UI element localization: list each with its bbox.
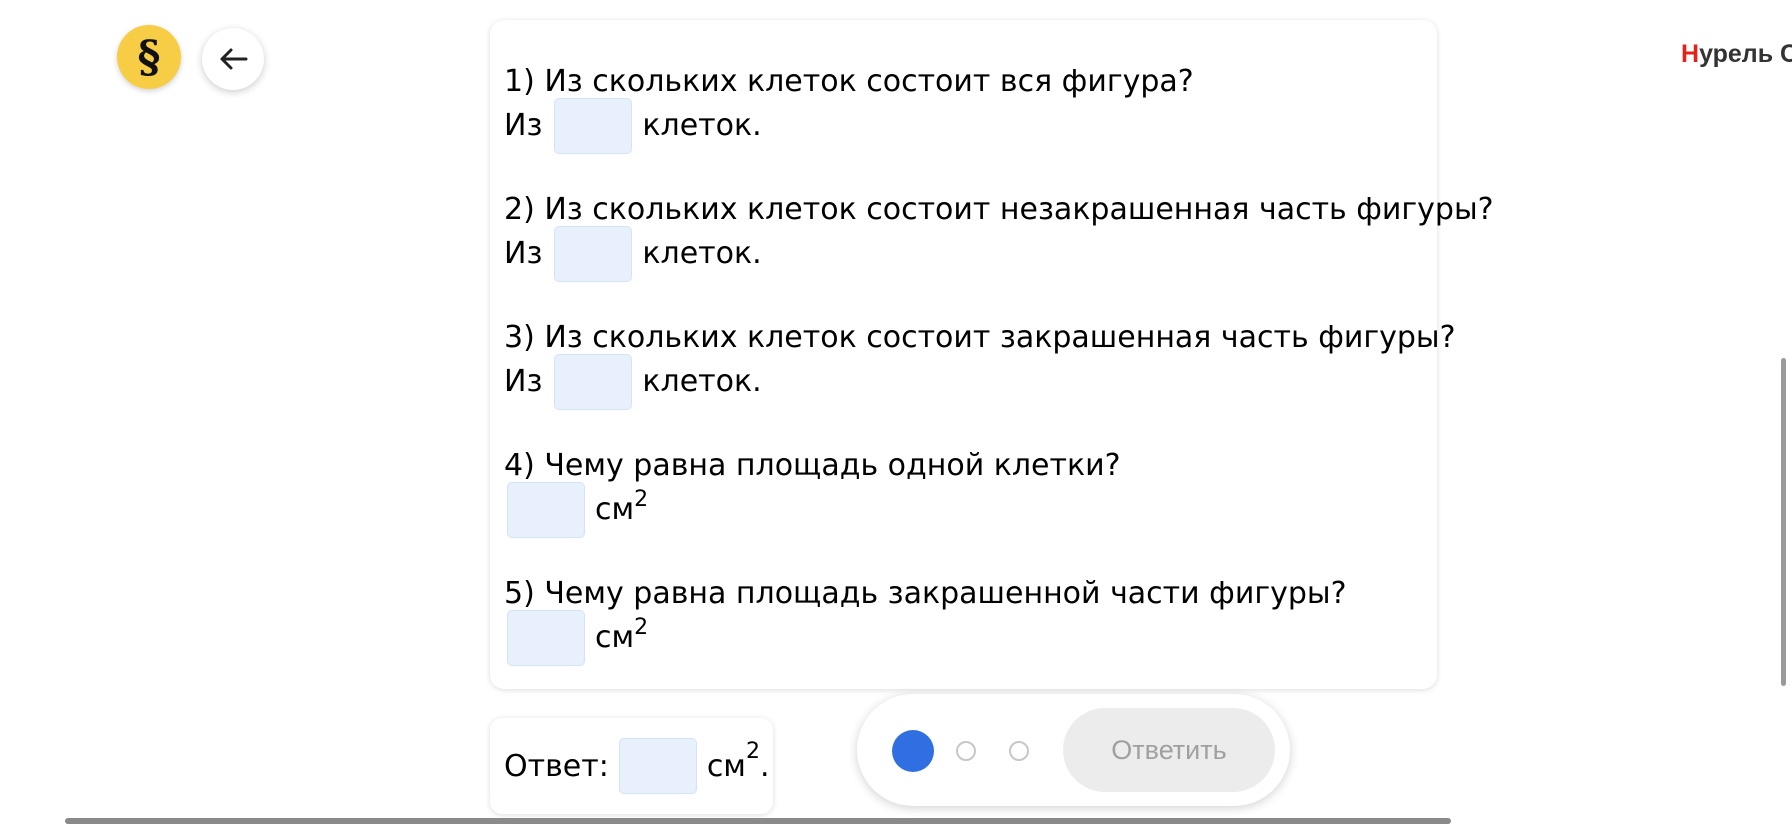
progress-dot[interactable] (1009, 741, 1029, 761)
question-2-answer-row: Из клеток. (504, 226, 762, 282)
answer-prefix: Из (504, 364, 543, 399)
vertical-scrollbar[interactable] (1781, 358, 1786, 686)
answer-unit: см2. (706, 739, 770, 784)
logo-icon[interactable]: § (117, 25, 181, 89)
question-3-text: 3) Из скольких клеток состоит закрашенна… (504, 320, 1456, 355)
unit-text: см (595, 620, 635, 655)
unit-text: см (706, 748, 746, 784)
progress-dot-current[interactable] (892, 730, 934, 772)
question-1-input[interactable] (554, 98, 633, 154)
answer-suffix: клеток. (642, 364, 762, 399)
question-3-answer-row: Из клеток. (504, 354, 762, 410)
answer-input[interactable] (618, 738, 697, 794)
user-name[interactable]: Нурель С (1681, 40, 1792, 69)
horizontal-scrollbar[interactable] (65, 818, 1451, 824)
unit-label: см2 (595, 487, 649, 530)
question-5-input[interactable] (507, 610, 585, 666)
user-name-rest: урель С (1699, 40, 1792, 68)
question-1-text: 1) Из скольких клеток состоит вся фигура… (504, 64, 1194, 99)
page: § Нурель С 1) Из скольких клеток состоит… (0, 0, 1792, 828)
question-1-answer-row: Из клеток. (504, 98, 762, 154)
progress-dot[interactable] (956, 741, 976, 761)
submit-button[interactable]: Ответить (1063, 708, 1275, 792)
back-button[interactable] (202, 28, 264, 90)
answer-prefix: Из (504, 236, 543, 271)
unit-label: см2 (595, 615, 649, 658)
answer-prefix: Из (504, 108, 543, 143)
answer-suffix: клеток. (642, 236, 762, 271)
answer-label: Ответ: (504, 748, 609, 784)
question-4-input[interactable] (507, 482, 585, 538)
question-5-text: 5) Чему равна площадь закрашенной части … (504, 576, 1347, 611)
answer-suffix: клеток. (642, 108, 762, 143)
unit-exponent: 2 (745, 738, 760, 764)
answer-card: Ответ: см2. (490, 718, 773, 814)
unit-exponent: 2 (634, 487, 649, 512)
unit-end: . (759, 748, 770, 784)
unit-text: см (595, 492, 635, 527)
bottom-controls: Ответить (857, 694, 1290, 806)
question-4-answer-row: см2 (507, 482, 648, 538)
user-name-initial: Н (1681, 40, 1700, 68)
arrow-left-icon (220, 48, 248, 70)
question-2-input[interactable] (554, 226, 633, 282)
questions-card: 1) Из скольких клеток состоит вся фигура… (490, 20, 1494, 689)
question-3-input[interactable] (554, 354, 633, 410)
unit-exponent: 2 (634, 615, 649, 640)
question-2-text: 2) Из скольких клеток состоит незакрашен… (504, 192, 1494, 227)
question-4-text: 4) Чему равна площадь одной клетки? (504, 448, 1121, 483)
question-5-answer-row: см2 (507, 610, 648, 666)
